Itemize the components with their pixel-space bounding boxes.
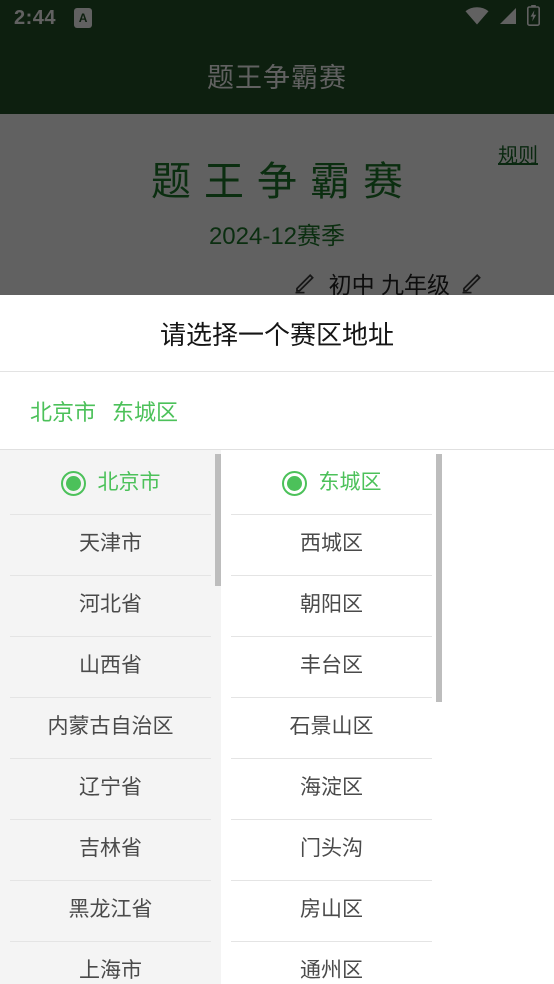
list-item[interactable]: 丰台区 [221,636,442,697]
list-item[interactable]: 朝阳区 [221,575,442,636]
list-item-label: 黑龙江省 [68,898,153,922]
radio-selected-icon [60,471,86,496]
list-item-label: 内蒙古自治区 [47,715,174,739]
list-item[interactable]: 西城区 [221,514,442,575]
list-item[interactable]: 东城区 [221,453,442,514]
list-item-label: 丰台区 [300,654,363,678]
province-list: 北京市 天津市 河北省 山西省 内蒙古自治区 辽宁省 吉林省 黑龙江省 上海市 [0,450,221,984]
list-item-label: 西城区 [300,532,363,556]
breadcrumb: 北京市 东城区 [0,372,554,450]
city-column[interactable]: 东城区 西城区 朝阳区 丰台区 石景山区 海淀区 门头沟 房山区 通州区 [221,450,442,984]
breadcrumb-item-province[interactable]: 北京市 [30,395,96,427]
list-item-label: 河北省 [79,593,142,617]
dialog-title: 请选择一个赛区地址 [0,295,554,372]
list-item[interactable]: 山西省 [0,636,221,697]
list-item[interactable]: 吉林省 [0,819,221,880]
list-item-label: 上海市 [79,959,142,983]
list-item[interactable]: 房山区 [221,880,442,941]
list-item[interactable]: 北京市 [0,453,221,514]
list-item-label: 朝阳区 [300,593,363,617]
list-item[interactable]: 通州区 [221,941,442,984]
list-item[interactable]: 黑龙江省 [0,880,221,941]
list-item-label: 门头沟 [300,837,363,861]
list-item-label: 山西省 [79,654,142,678]
radio-selected-icon [281,471,307,496]
province-column[interactable]: 北京市 天津市 河北省 山西省 内蒙古自治区 辽宁省 吉林省 黑龙江省 上海市 [0,450,221,984]
region-picker-dialog: 请选择一个赛区地址 北京市 东城区 北京市 天津市 河北省 山西省 内蒙古自治区… [0,295,554,984]
region-columns: 北京市 天津市 河北省 山西省 内蒙古自治区 辽宁省 吉林省 黑龙江省 上海市 … [0,450,554,984]
list-item[interactable]: 海淀区 [221,758,442,819]
list-item-label: 东城区 [318,471,382,495]
list-item[interactable]: 上海市 [0,941,221,984]
list-item-label: 北京市 [97,471,161,495]
list-item[interactable]: 河北省 [0,575,221,636]
list-item-label: 石景山区 [289,715,374,739]
breadcrumb-item-city[interactable]: 东城区 [112,395,178,427]
city-list: 东城区 西城区 朝阳区 丰台区 石景山区 海淀区 门头沟 房山区 通州区 [221,450,442,984]
district-column[interactable] [442,450,554,984]
list-item[interactable]: 天津市 [0,514,221,575]
list-item[interactable]: 辽宁省 [0,758,221,819]
list-item[interactable]: 内蒙古自治区 [0,697,221,758]
list-item-label: 天津市 [79,532,142,556]
list-item-label: 辽宁省 [79,776,142,800]
app-root: 2:44 A [0,0,554,984]
list-item[interactable]: 门头沟 [221,819,442,880]
list-item-label: 海淀区 [300,776,363,800]
list-item[interactable]: 石景山区 [221,697,442,758]
list-item-label: 通州区 [300,959,363,983]
list-item-label: 吉林省 [79,837,142,861]
list-item-label: 房山区 [300,898,363,922]
